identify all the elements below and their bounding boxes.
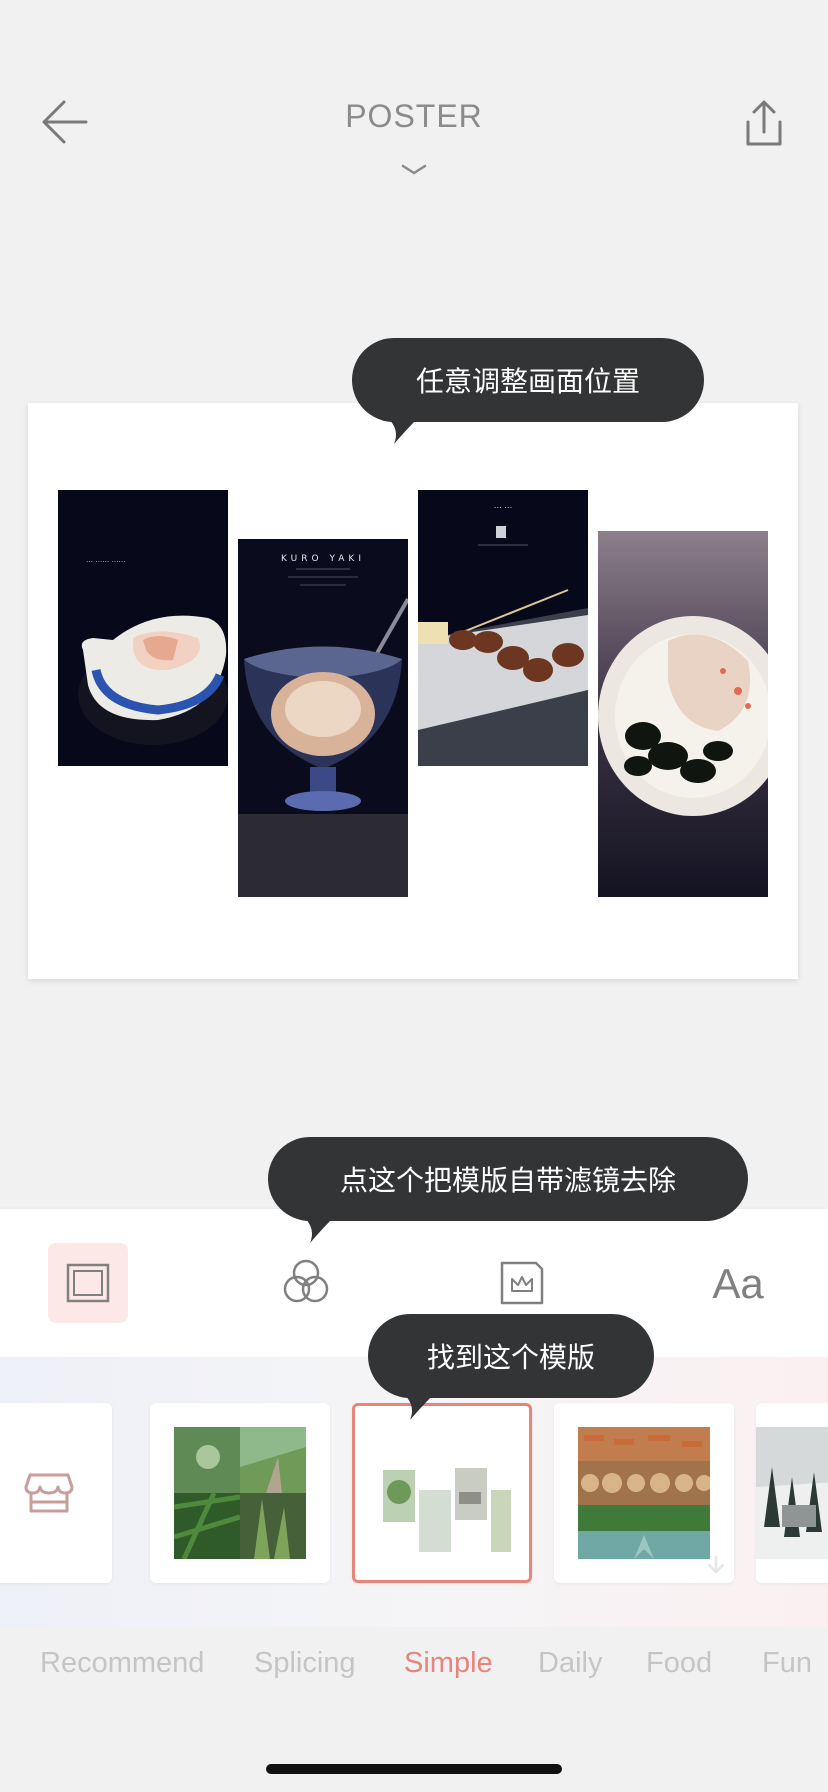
tab-recommend[interactable]: Recommend [40, 1647, 204, 1680]
template-thumbnail [173, 1427, 306, 1561]
store-icon [24, 1473, 74, 1513]
tooltip-remove-filter-text: 点这个把模版自带滤镜去除 [339, 1164, 676, 1197]
tab-daily[interactable]: Daily [538, 1647, 602, 1680]
page-title-container: POSTER [0, 98, 828, 135]
filter-icon [283, 1259, 329, 1303]
photo-slot-1[interactable]: … …… …… [58, 490, 228, 766]
share-button[interactable] [734, 94, 794, 154]
template-thumbnail [756, 1427, 828, 1559]
photo-1-caption: … …… …… [86, 556, 125, 564]
template-thumbnail [379, 1430, 521, 1562]
template-card-green-nature[interactable] [150, 1403, 330, 1583]
filter-tool-button[interactable] [266, 1243, 346, 1323]
share-icon [746, 100, 782, 146]
page-title[interactable]: POSTER [345, 98, 483, 134]
tab-food[interactable]: Food [646, 1647, 712, 1680]
text-icon: Aa [712, 1260, 764, 1307]
tooltip-tail [404, 1394, 434, 1420]
food-photo-plate [598, 531, 768, 897]
text-tool-label: Aa [712, 1260, 764, 1307]
tooltip-reposition: 任意调整画面位置 [352, 338, 704, 444]
template-thumbnail [578, 1427, 712, 1559]
layout-icon [66, 1263, 110, 1303]
photo-slot-2[interactable]: KURO YAKI [238, 539, 408, 897]
tab-fun[interactable]: Fun [762, 1647, 812, 1680]
home-indicator[interactable] [266, 1764, 562, 1774]
sticker-tool-button[interactable] [482, 1243, 562, 1323]
tab-simple[interactable]: Simple [404, 1647, 493, 1680]
tooltip-tail [304, 1217, 334, 1243]
text-tool-button[interactable]: Aa [700, 1243, 780, 1323]
title-dropdown[interactable] [398, 160, 430, 180]
download-icon [707, 1555, 725, 1574]
food-photo-glass-bowl: KURO YAKI [238, 539, 408, 897]
chevron-down-icon [401, 164, 427, 175]
tooltip-find-template-text: 找到这个模版 [426, 1341, 595, 1374]
template-card-wood-cactus[interactable] [554, 1403, 734, 1583]
photo-slot-3[interactable]: … … [418, 490, 588, 766]
category-tabs: Recommend Splicing Simple Daily Food Fun [0, 1627, 828, 1707]
template-card-simple-white[interactable] [352, 1403, 532, 1583]
tooltip-tail [388, 418, 418, 444]
photo-slot-4[interactable] [598, 531, 768, 897]
food-photo-skewers: … … [418, 490, 588, 766]
photo-3-caption: … … [494, 501, 513, 510]
template-card-winter-forest[interactable] [756, 1403, 828, 1583]
food-photo-bowl: … …… …… [58, 490, 228, 766]
template-store-button[interactable] [0, 1403, 112, 1583]
tooltip-find-template: 找到这个模版 [368, 1314, 654, 1420]
layout-tool-button[interactable] [48, 1243, 128, 1323]
poster-canvas[interactable]: … …… …… KURO YAKI … … [28, 403, 798, 979]
tooltip-reposition-text: 任意调整画面位置 [415, 365, 640, 398]
tooltip-remove-filter: 点这个把模版自带滤镜去除 [268, 1137, 748, 1243]
sticker-icon [500, 1261, 544, 1305]
tab-splicing[interactable]: Splicing [254, 1647, 356, 1680]
photo-2-title: KURO YAKI [281, 554, 365, 564]
